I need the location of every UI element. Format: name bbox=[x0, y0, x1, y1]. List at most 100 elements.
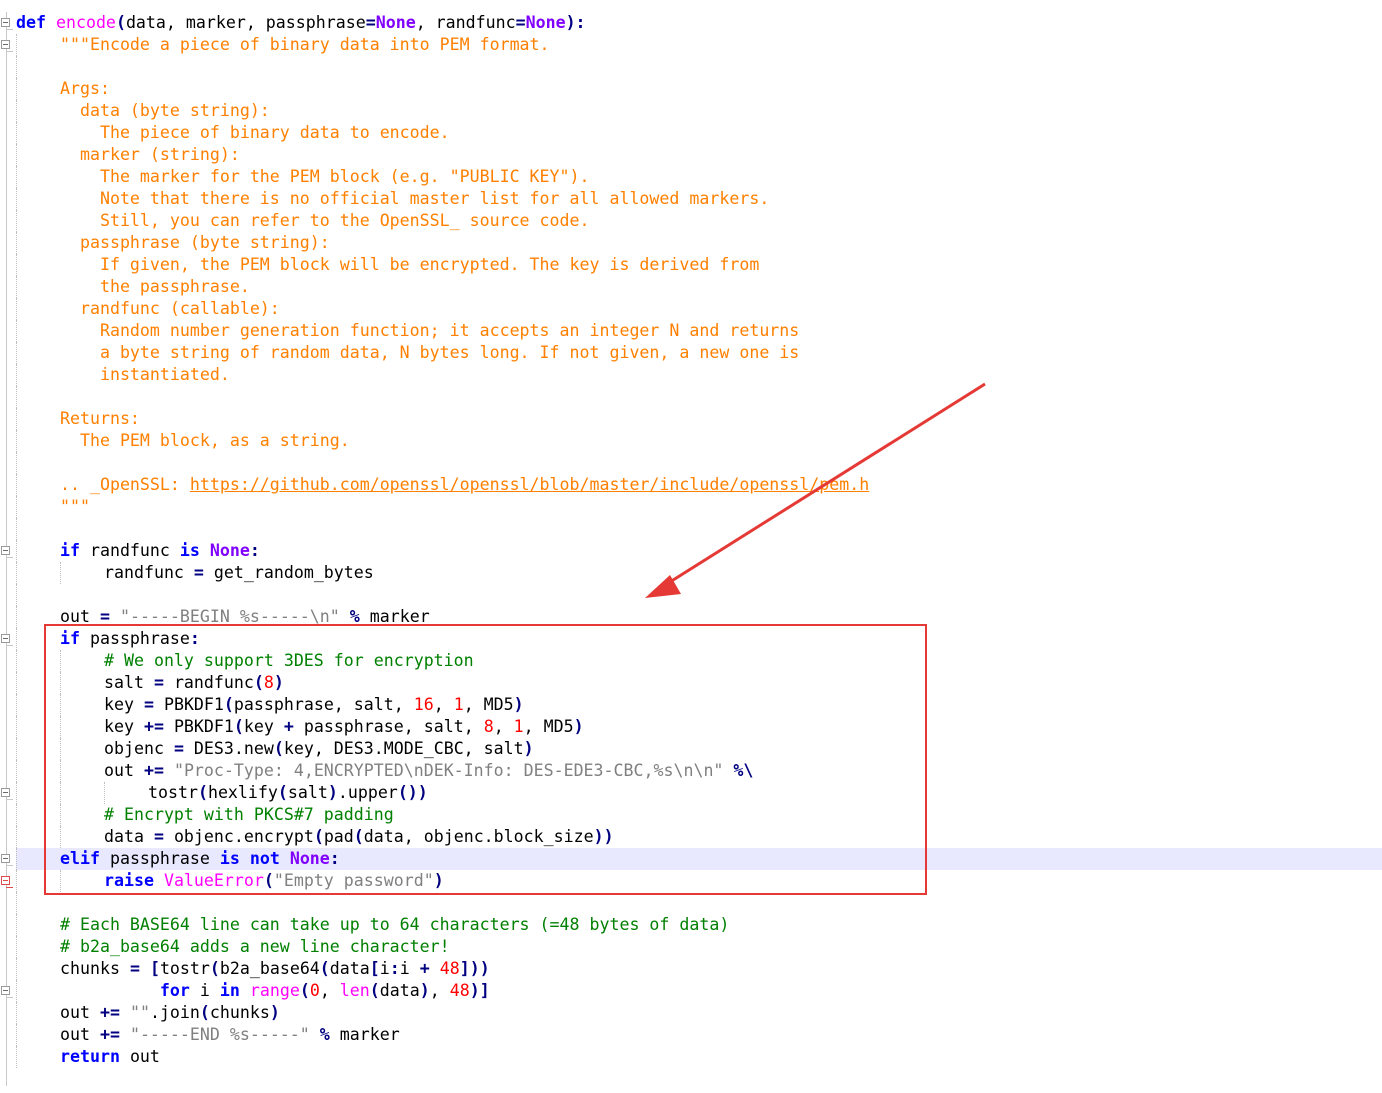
code-line[interactable]: if randfunc is None: bbox=[16, 540, 1382, 562]
fold-toggle-icon[interactable] bbox=[1, 546, 10, 555]
code-line[interactable]: elif passphrase is not None: bbox=[16, 848, 1382, 870]
fold-toggle-icon[interactable] bbox=[1, 854, 10, 863]
code-token: ) bbox=[327, 783, 338, 802]
code-token: if bbox=[60, 629, 80, 648]
fold-toggle-icon[interactable] bbox=[1, 986, 10, 995]
fold-end-tick bbox=[6, 29, 13, 30]
code-line[interactable]: key = PBKDF1(passphrase, salt, 16, 1, MD… bbox=[16, 694, 1382, 716]
code-line[interactable]: out = "-----BEGIN %s-----\n" % marker bbox=[16, 606, 1382, 628]
code-token: , randfunc bbox=[415, 13, 516, 32]
code-line[interactable]: objenc = DES3.new(key, DES3.MODE_CBC, sa… bbox=[16, 738, 1382, 760]
code-line[interactable]: The marker for the PEM block (e.g. "PUBL… bbox=[16, 166, 1382, 188]
indent-guide bbox=[16, 452, 60, 474]
code-line[interactable]: # b2a_base64 adds a new line character! bbox=[16, 936, 1382, 958]
code-token: : bbox=[329, 849, 340, 868]
code-token: The marker for the PEM block (e.g. "PUBL… bbox=[60, 167, 590, 186]
code-token: ( bbox=[263, 871, 274, 890]
fold-toggle-icon[interactable] bbox=[1, 18, 10, 27]
code-token: = bbox=[129, 959, 140, 978]
indent-guide bbox=[60, 694, 104, 716]
code-line[interactable]: passphrase (byte string): bbox=[16, 232, 1382, 254]
code-line[interactable]: if passphrase: bbox=[16, 628, 1382, 650]
code-line[interactable]: tostr(hexlify(salt).upper()) bbox=[16, 782, 1382, 804]
indent-guide bbox=[16, 738, 60, 760]
code-line[interactable] bbox=[16, 56, 1382, 78]
code-token: , bbox=[429, 981, 450, 1000]
code-token: the passphrase. bbox=[60, 277, 250, 296]
code-line[interactable]: salt = randfunc(8) bbox=[16, 672, 1382, 694]
code-token: , bbox=[493, 717, 514, 736]
code-line[interactable]: """Encode a piece of binary data into PE… bbox=[16, 34, 1382, 56]
code-line[interactable]: """ bbox=[16, 496, 1382, 518]
code-line[interactable]: out += "".join(chunks) bbox=[16, 1002, 1382, 1024]
code-token: ()) bbox=[397, 783, 428, 802]
code-line[interactable]: Note that there is no official master li… bbox=[16, 188, 1382, 210]
code-token: if bbox=[60, 541, 80, 560]
code-line[interactable]: return out bbox=[16, 1046, 1382, 1068]
code-line[interactable]: # We only support 3DES for encryption bbox=[16, 650, 1382, 672]
code-line[interactable]: # Each BASE64 line can take up to 64 cha… bbox=[16, 914, 1382, 936]
code-line[interactable]: out += "Proc-Type: 4,ENCRYPTED\nDEK-Info… bbox=[16, 760, 1382, 782]
fold-toggle-icon[interactable] bbox=[1, 634, 10, 643]
indent-guide bbox=[60, 870, 104, 892]
code-token: ( bbox=[313, 827, 324, 846]
code-token: elif bbox=[60, 849, 100, 868]
code-token: range bbox=[249, 981, 300, 1000]
code-line[interactable]: Random number generation function; it ac… bbox=[16, 320, 1382, 342]
indent-guide bbox=[16, 78, 60, 100]
code-line[interactable]: for i in range(0, len(data), 48)] bbox=[16, 980, 1382, 1002]
code-line[interactable]: The piece of binary data to encode. bbox=[16, 122, 1382, 144]
indent-guide bbox=[16, 870, 60, 892]
code-token: [ bbox=[149, 959, 160, 978]
code-token: : bbox=[389, 959, 400, 978]
code-token: a byte string of random data, N bytes lo… bbox=[60, 343, 800, 362]
code-line[interactable]: marker (string): bbox=[16, 144, 1382, 166]
code-link[interactable]: https://github.com/openssl/openssl/blob/… bbox=[190, 475, 869, 494]
fold-gutter[interactable] bbox=[0, 0, 16, 1093]
fold-toggle-icon[interactable] bbox=[1, 876, 10, 885]
code-line[interactable]: raise ValueError("Empty password") bbox=[16, 870, 1382, 892]
code-token: # Encrypt with PKCS#7 padding bbox=[104, 805, 394, 824]
code-line[interactable]: .. _OpenSSL: https://github.com/openssl/… bbox=[16, 474, 1382, 496]
code-token: """ bbox=[60, 497, 90, 516]
code-token: i bbox=[379, 959, 390, 978]
code-line[interactable]: def encode(data, marker, passphrase=None… bbox=[16, 12, 1382, 34]
code-line[interactable]: key += PBKDF1(key + passphrase, salt, 8,… bbox=[16, 716, 1382, 738]
code-token: out bbox=[60, 607, 100, 626]
code-line[interactable]: data (byte string): bbox=[16, 100, 1382, 122]
code-token: 48 bbox=[449, 981, 470, 1000]
fold-toggle-icon[interactable] bbox=[1, 40, 10, 49]
code-line[interactable]: The PEM block, as a string. bbox=[16, 430, 1382, 452]
code-editor[interactable]: def encode(data, marker, passphrase=None… bbox=[16, 12, 1382, 1068]
fold-toggle-icon[interactable] bbox=[1, 788, 10, 797]
code-line[interactable]: Still, you can refer to the OpenSSL_ sou… bbox=[16, 210, 1382, 232]
code-line[interactable] bbox=[16, 386, 1382, 408]
code-token: is bbox=[179, 541, 200, 560]
code-line[interactable]: If given, the PEM block will be encrypte… bbox=[16, 254, 1382, 276]
code-line[interactable] bbox=[16, 892, 1382, 914]
code-line[interactable]: out += "-----END %s-----" % marker bbox=[16, 1024, 1382, 1046]
code-line[interactable] bbox=[16, 518, 1382, 540]
code-line[interactable]: chunks = [tostr(b2a_base64(data[i:i + 48… bbox=[16, 958, 1382, 980]
code-line[interactable]: randfunc (callable): bbox=[16, 298, 1382, 320]
code-line[interactable]: instantiated. bbox=[16, 364, 1382, 386]
code-line[interactable]: randfunc = get_random_bytes bbox=[16, 562, 1382, 584]
code-line[interactable] bbox=[16, 584, 1382, 606]
code-token: = bbox=[153, 827, 164, 846]
code-token: randfunc (callable): bbox=[60, 299, 280, 318]
indent-guide bbox=[16, 782, 60, 804]
code-line[interactable]: Returns: bbox=[16, 408, 1382, 430]
code-token: += bbox=[99, 1003, 120, 1022]
code-line[interactable]: # Encrypt with PKCS#7 padding bbox=[16, 804, 1382, 826]
code-line[interactable]: the passphrase. bbox=[16, 276, 1382, 298]
code-token: If given, the PEM block will be encrypte… bbox=[60, 255, 760, 274]
code-line[interactable] bbox=[16, 452, 1382, 474]
code-line[interactable]: data = objenc.encrypt(pad(data, objenc.b… bbox=[16, 826, 1382, 848]
code-line[interactable]: Args: bbox=[16, 78, 1382, 100]
code-token: ( bbox=[299, 981, 310, 1000]
indent-guide bbox=[16, 210, 60, 232]
code-line[interactable]: a byte string of random data, N bytes lo… bbox=[16, 342, 1382, 364]
